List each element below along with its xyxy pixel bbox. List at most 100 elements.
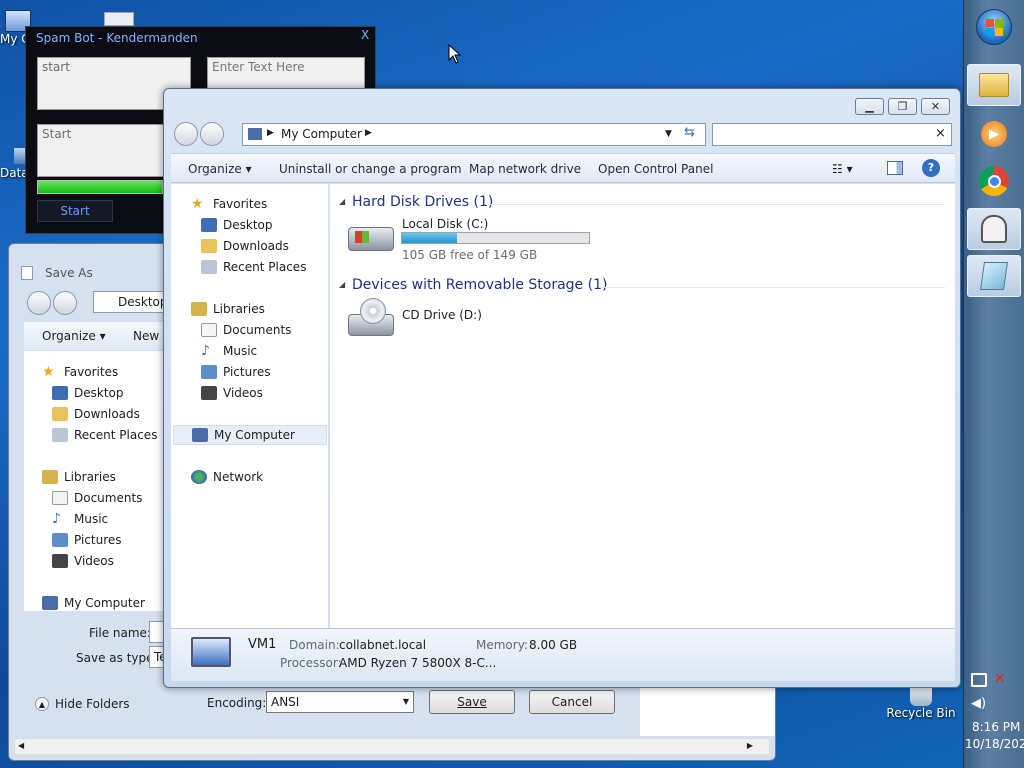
forward-button[interactable]: [200, 122, 224, 146]
start-button[interactable]: [967, 6, 1021, 48]
group-divider: [490, 204, 945, 205]
encoding-value: ANSI: [271, 695, 300, 709]
spam-start-button[interactable]: Start: [37, 200, 113, 222]
nav-videos[interactable]: Videos: [201, 383, 263, 403]
taskbar-media-player[interactable]: ▶: [967, 113, 1021, 155]
nav-favorites[interactable]: ★ Favorites: [42, 362, 118, 382]
nav-recent-places[interactable]: Recent Places: [52, 425, 157, 445]
preview-pane-icon[interactable]: [887, 161, 903, 175]
forward-button[interactable]: [53, 291, 77, 315]
nav-pictures[interactable]: Pictures: [52, 530, 122, 550]
drive-c[interactable]: Local Disk (C:) 105 GB free of 149 GB: [348, 217, 598, 262]
nav-music[interactable]: ♪ Music: [201, 341, 257, 361]
group-hard-disk-drives[interactable]: Hard Disk Drives (1): [352, 194, 493, 210]
computer-icon: [192, 428, 208, 442]
address-dropdown-icon[interactable]: ▼: [665, 129, 672, 139]
nav-desktop[interactable]: Desktop: [52, 383, 124, 403]
tray-date[interactable]: 10/18/2022: [965, 737, 1024, 751]
uninstall-button[interactable]: Uninstall or change a program: [279, 162, 462, 176]
nav-downloads[interactable]: Downloads: [52, 404, 140, 424]
music-icon: ♪: [201, 343, 210, 359]
explorer-window: ▁ ❐ ✕ ▶ My Computer ▶ ▼ ⇆ × Organize ▾ U…: [163, 88, 961, 688]
nav-recent-places[interactable]: Recent Places: [201, 257, 306, 277]
minimize-button[interactable]: ▁: [855, 98, 884, 115]
encoding-select[interactable]: ANSI ▼: [266, 691, 414, 713]
back-button[interactable]: [27, 291, 51, 315]
location-bar[interactable]: Desktop: [93, 291, 173, 313]
taskbar-chrome[interactable]: [967, 160, 1021, 202]
chrome-icon: [979, 166, 1009, 196]
new-folder-button[interactable]: New f: [133, 329, 163, 343]
help-icon[interactable]: ?: [922, 159, 940, 177]
cancel-button[interactable]: Cancel: [529, 690, 615, 714]
content-pane: ◢ Hard Disk Drives (1) Local Disk (C:) 1…: [330, 184, 955, 628]
memory-label: Memory:: [476, 638, 528, 652]
scroll-left-icon[interactable]: ◀: [18, 741, 24, 750]
map-network-drive-button[interactable]: Map network drive: [469, 162, 581, 176]
refresh-icon[interactable]: ⇆: [684, 125, 695, 140]
ghost-icon: [981, 215, 1007, 243]
taskbar-notepad[interactable]: [967, 255, 1021, 297]
encoding-label: Encoding:: [207, 696, 267, 710]
volume-muted-tray-icon[interactable]: ✕: [994, 671, 1012, 689]
pictures-icon: [52, 533, 68, 547]
mouse-cursor-icon: [448, 44, 462, 64]
restore-icon: ❐: [897, 100, 908, 113]
nav-my-computer[interactable]: My Computer: [173, 425, 327, 445]
recent-icon: [52, 428, 68, 442]
nav-my-computer[interactable]: My Computer: [42, 593, 145, 613]
nav-music[interactable]: ♪ Music: [52, 509, 108, 529]
drive-d[interactable]: CD Drive (D:): [348, 296, 548, 340]
close-icon: ✕: [930, 100, 941, 113]
taskbar-ghost-app[interactable]: [967, 208, 1021, 250]
search-input[interactable]: ×: [712, 123, 952, 146]
spam-bot-close-button[interactable]: X: [361, 28, 369, 42]
organize-button[interactable]: Organize ▾: [42, 329, 106, 343]
nav-documents[interactable]: Documents: [52, 488, 142, 508]
network-icon: [191, 470, 207, 484]
save-as-title-icon: [21, 266, 33, 280]
search-clear-icon[interactable]: ×: [935, 126, 946, 141]
horizontal-scrollbar[interactable]: ◀ ▶: [14, 738, 770, 755]
restore-button[interactable]: ❐: [888, 98, 917, 115]
nav-pictures[interactable]: Pictures: [201, 362, 271, 382]
desktop-icon-label: Recycle Bin: [886, 706, 956, 720]
save-button[interactable]: Save: [429, 690, 515, 714]
computer-icon: [42, 596, 58, 610]
chevron-right-icon: ▶: [365, 128, 372, 138]
nav-libraries[interactable]: Libraries: [191, 299, 265, 319]
editor-area[interactable]: [640, 680, 775, 736]
nav-documents[interactable]: Documents: [201, 320, 291, 340]
tray-time[interactable]: 8:16 PM: [972, 720, 1020, 734]
back-button[interactable]: [174, 122, 198, 146]
desktop-icon: [52, 386, 68, 400]
spam-text-input[interactable]: Enter Text Here: [207, 57, 365, 92]
spam-progress-fill: [38, 181, 162, 193]
scroll-right-icon[interactable]: ▶: [747, 741, 753, 750]
view-options-icon[interactable]: ☷ ▾: [832, 162, 853, 176]
location-text: Desktop: [118, 295, 168, 309]
open-control-panel-button[interactable]: Open Control Panel: [598, 162, 713, 176]
nav-videos[interactable]: Videos: [52, 551, 114, 571]
hide-folders-toggle[interactable]: ▲ Hide Folders: [35, 697, 130, 711]
videos-icon: [201, 386, 217, 400]
network-tray-icon[interactable]: [971, 673, 987, 687]
pictures-icon: [201, 365, 217, 379]
nav-favorites[interactable]: ★ Favorites: [191, 194, 267, 214]
collapse-removable-icon[interactable]: ◢: [339, 280, 345, 289]
computer-large-icon: [191, 637, 231, 667]
nav-desktop[interactable]: Desktop: [201, 215, 273, 235]
address-bar[interactable]: ▶ My Computer ▶ ▼ ⇆: [242, 123, 706, 146]
close-button[interactable]: ✕: [921, 98, 950, 115]
group-removable-storage[interactable]: Devices with Removable Storage (1): [352, 277, 607, 293]
nav-libraries[interactable]: Libraries: [42, 467, 116, 487]
speaker-tray-icon[interactable]: ◀): [971, 696, 986, 711]
chevron-right-icon: ▶: [267, 128, 274, 138]
organize-button[interactable]: Organize ▾: [188, 162, 252, 176]
taskbar-explorer[interactable]: [967, 64, 1021, 106]
desktop-icon-recycle-bin[interactable]: Recycle Bin: [886, 686, 956, 720]
spam-message-box[interactable]: Start: [37, 124, 177, 177]
nav-network[interactable]: Network: [191, 467, 263, 487]
collapse-hdd-icon[interactable]: ◢: [339, 197, 345, 206]
nav-downloads[interactable]: Downloads: [201, 236, 289, 256]
